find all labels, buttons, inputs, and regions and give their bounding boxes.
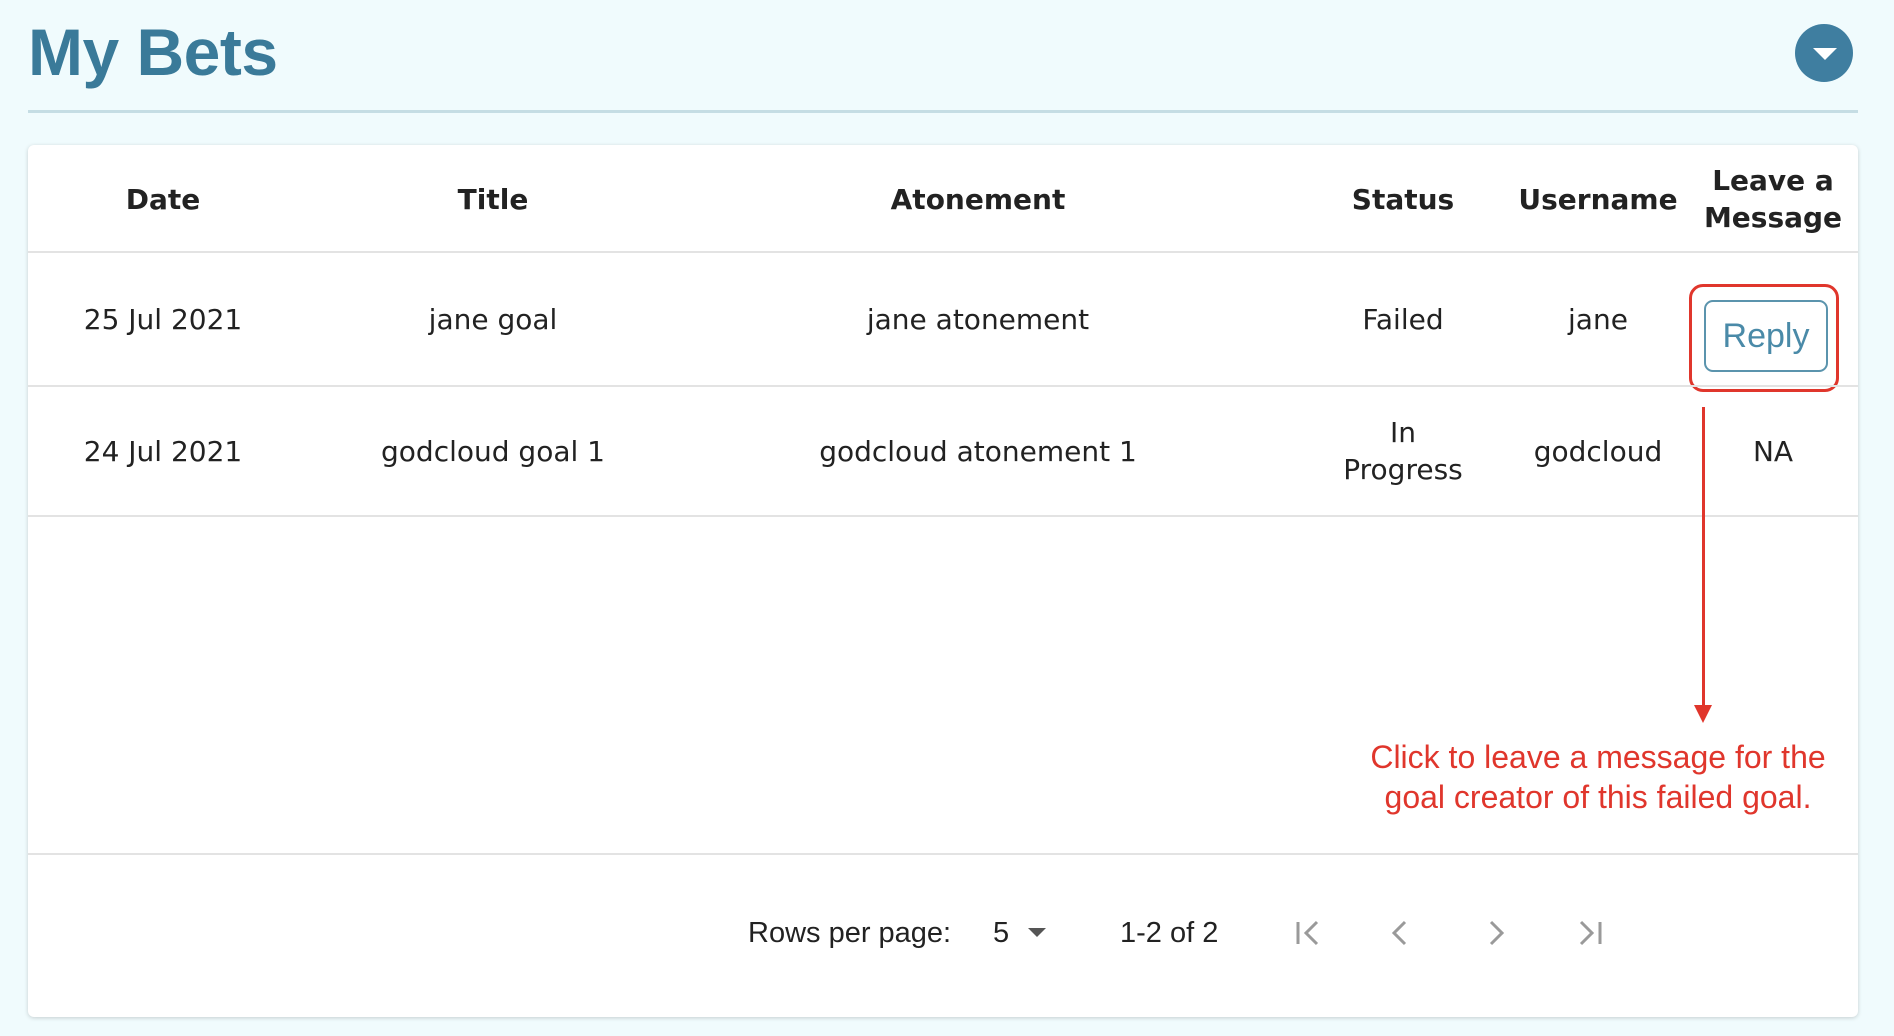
previous-page-button[interactable] <box>1380 913 1420 953</box>
column-header-message: Leave a Message <box>1703 164 1843 234</box>
last-page-button[interactable] <box>1570 913 1610 953</box>
cell-username: jane <box>1568 302 1628 336</box>
arrow-head-icon <box>1694 705 1712 723</box>
column-header-username: Username <box>1518 182 1678 216</box>
page-title: My Bets <box>28 15 278 89</box>
footer-divider <box>28 853 1858 855</box>
rows-per-page-value: 5 <box>993 917 1010 949</box>
cell-date: 24 Jul 2021 <box>83 434 243 468</box>
column-header-title: Title <box>457 182 529 216</box>
annotation-arrow <box>1702 407 1705 707</box>
annotation-text: Click to leave a message for the goal cr… <box>1370 739 1826 815</box>
column-header-status: Status <box>1351 182 1455 216</box>
column-header-date: Date <box>125 182 201 216</box>
first-page-button[interactable] <box>1288 913 1328 953</box>
collapse-button[interactable] <box>1795 24 1853 82</box>
reply-button[interactable]: Reply <box>1704 300 1828 372</box>
cell-status: Failed <box>1362 302 1444 336</box>
chevron-left-icon <box>1391 920 1407 946</box>
title-divider <box>28 110 1858 113</box>
last-page-icon <box>1579 920 1602 946</box>
page-range: 1-2 of 2 <box>1120 917 1219 949</box>
next-page-button[interactable] <box>1476 913 1516 953</box>
cell-atonement: godcloud atonement 1 <box>819 434 1137 468</box>
rows-per-page-label: Rows per page: <box>748 917 952 949</box>
chevron-right-icon <box>1489 920 1505 946</box>
cell-atonement: jane atonement <box>866 302 1090 336</box>
cell-message: NA <box>1752 434 1794 468</box>
first-page-icon <box>1296 920 1319 946</box>
caret-down-icon <box>1028 928 1046 937</box>
cell-title: jane goal <box>428 302 558 336</box>
divider <box>28 515 1858 517</box>
cell-date: 25 Jul 2021 <box>83 302 243 336</box>
cell-status: In Progress <box>1343 416 1463 486</box>
cell-username: godcloud <box>1533 434 1663 468</box>
chevron-down-icon <box>1813 48 1837 60</box>
bets-table-card: Date Title Atonement Status Username Lea… <box>28 145 1858 1017</box>
cell-title: godcloud goal 1 <box>381 434 605 468</box>
column-header-atonement: Atonement <box>890 182 1066 216</box>
